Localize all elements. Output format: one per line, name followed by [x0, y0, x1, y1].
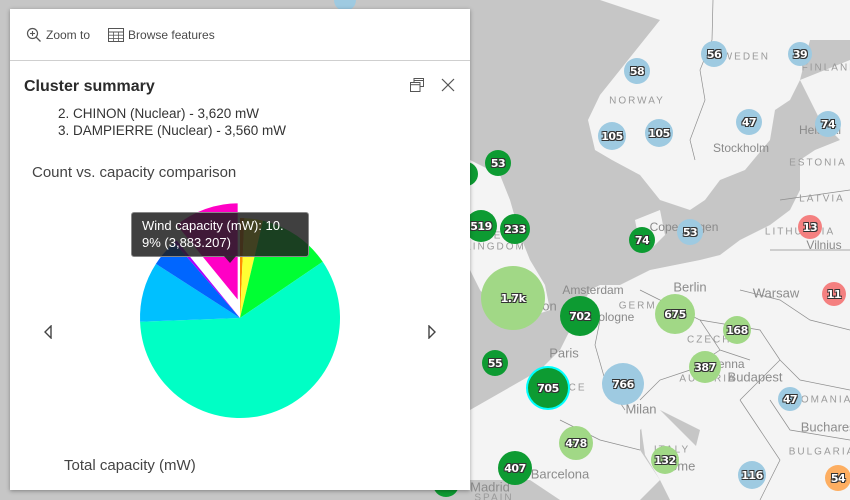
map-label: NORWAY [609, 95, 665, 107]
cluster-count: 407 [504, 461, 526, 475]
cluster-marker[interactable]: 407 [498, 451, 532, 485]
cluster-marker[interactable]: 675 [655, 294, 695, 334]
cluster-marker[interactable]: 1.7k [481, 266, 545, 330]
cluster-marker[interactable]: 132 [651, 446, 679, 474]
cluster-count: 47 [741, 115, 757, 129]
cluster-marker[interactable]: 168 [723, 316, 751, 344]
cluster-count: 58 [629, 64, 645, 78]
map-label: Warsaw [752, 285, 800, 301]
cluster-count: 705 [537, 381, 559, 395]
cluster-marker[interactable]: 53 [485, 150, 511, 176]
map-label: SPAIN [474, 492, 514, 500]
tooltip-line-1: Wind capacity (mW): 10. [142, 218, 284, 233]
cluster-count: 54 [830, 471, 846, 485]
cluster-count: 74 [820, 117, 836, 131]
previous-chart-button[interactable] [41, 323, 55, 341]
cluster-marker[interactable]: 387 [689, 351, 721, 383]
cluster-marker[interactable]: 54 [825, 465, 850, 491]
map-label: Barcelona [530, 466, 590, 482]
cluster-marker[interactable]: 766 [602, 363, 644, 405]
cluster-count: 39 [792, 47, 808, 61]
cluster-count: 105 [601, 129, 623, 143]
cluster-marker[interactable]: 116 [738, 461, 766, 489]
cluster-marker[interactable]: 58 [624, 58, 650, 84]
chevron-left-icon [44, 325, 52, 339]
map-label: Bucharest [800, 419, 850, 435]
cluster-marker[interactable]: 105 [645, 119, 673, 147]
cluster-marker[interactable]: 233 [500, 214, 530, 244]
map-label: LATVIA [799, 193, 845, 205]
chart-tooltip: Wind capacity (mW): 10. 9% (3,883.207) [131, 212, 309, 263]
cluster-marker[interactable]: 39 [788, 42, 812, 66]
cluster-marker[interactable]: 478 [559, 426, 593, 460]
cluster-count: 675 [664, 307, 686, 321]
cluster-count: 11 [826, 287, 842, 301]
map-label: Stockholm [712, 141, 770, 155]
cluster-marker[interactable]: 13 [798, 215, 822, 239]
map-label: Berlin [673, 279, 707, 295]
next-chart-button[interactable] [425, 323, 439, 341]
cluster-count: 702 [569, 309, 591, 323]
cluster-marker[interactable]: 702 [560, 296, 600, 336]
cluster-count: 74 [634, 233, 650, 247]
cluster-marker[interactable]: 56 [701, 41, 727, 67]
map-label: FINLAND [801, 62, 850, 74]
cluster-count: 387 [694, 360, 716, 374]
cluster-count: 233 [504, 222, 526, 236]
cluster-marker[interactable]: 705 [528, 368, 568, 408]
chevron-right-icon [428, 325, 436, 339]
map-label: Amsterdam [562, 283, 624, 297]
cluster-marker[interactable]: 47 [778, 387, 802, 411]
cluster-count: 53 [490, 156, 506, 170]
cluster-count: 132 [654, 453, 676, 467]
map-label: Budapest [727, 369, 783, 385]
cluster-marker[interactable]: 55 [482, 350, 508, 376]
cluster-marker[interactable]: 11 [822, 282, 846, 306]
map-label: BULGARIA [788, 446, 850, 458]
cluster-count: 1.7k [500, 291, 526, 305]
cluster-count: 116 [741, 468, 763, 482]
cluster-count: 519 [470, 219, 492, 233]
cluster-count: 47 [782, 392, 798, 406]
cluster-count: 53 [682, 225, 698, 239]
cluster-count: 55 [487, 356, 503, 370]
cluster-count: 56 [706, 47, 722, 61]
tooltip-line-2: 9% (3,883.207) [142, 235, 231, 250]
cluster-marker[interactable]: 53 [677, 219, 703, 245]
cluster-count: 478 [565, 436, 587, 450]
map-label: Paris [549, 345, 579, 361]
cluster-count: 168 [726, 323, 748, 337]
cluster-count: 766 [612, 377, 634, 391]
map-label: Vilnius [806, 238, 842, 252]
cluster-marker[interactable]: 47 [736, 109, 762, 135]
cluster-marker[interactable]: 105 [598, 122, 626, 150]
map-label: ESTONIA [789, 157, 847, 169]
chart-footer-label: Total capacity (mW) [64, 457, 196, 474]
cluster-marker[interactable]: 74 [629, 227, 655, 253]
cluster-count: 105 [648, 126, 670, 140]
cluster-count: 13 [802, 220, 818, 234]
cluster-marker[interactable]: 74 [815, 111, 841, 137]
popup-panel: Zoom to Browse features Cluster summary [10, 9, 470, 490]
